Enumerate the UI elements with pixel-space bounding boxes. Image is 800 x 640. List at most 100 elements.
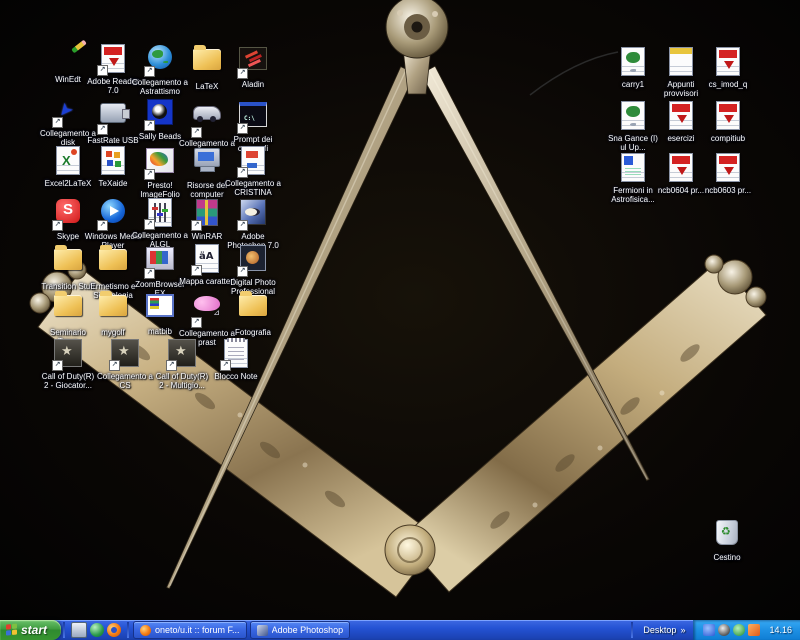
folder-icon: [54, 295, 82, 316]
start-label: start: [21, 623, 47, 637]
taskbar-empty-space: [352, 620, 629, 640]
desktop-icon-label: Blocco Note: [207, 372, 265, 381]
shortcut-arrow-icon: ↗: [191, 317, 202, 328]
matlab-icon: [146, 294, 174, 317]
desktop-icon-label: Collegamento a CRISTINA: [224, 179, 282, 197]
pdf-icon: [716, 153, 740, 182]
quick-launch: [67, 620, 125, 640]
volume-icon[interactable]: [718, 624, 730, 636]
shortcut-arrow-icon: ↗: [191, 265, 202, 276]
shortcut-arrow-icon: ↗: [237, 167, 248, 178]
shortcut-arrow-icon: ↗: [166, 360, 177, 371]
desktop-icon[interactable]: ncb0603 pr...: [699, 151, 757, 195]
shortcut-arrow-icon: ↗: [237, 266, 248, 277]
task-button[interactable]: Adobe Photoshop: [250, 621, 351, 639]
desktop-icon[interactable]: compitiub: [699, 99, 757, 143]
shortcut-arrow-icon: ↗: [52, 117, 63, 128]
excel-icon: [56, 146, 80, 175]
folder-icon: [193, 49, 221, 70]
desktop-icon[interactable]: ↗Blocco Note: [207, 337, 265, 381]
shortcut-arrow-icon: ↗: [144, 66, 155, 77]
shortcut-arrow-icon: ↗: [97, 124, 108, 135]
photoshop-icon: [257, 625, 268, 636]
tex-icon: [621, 101, 645, 130]
firefox-icon[interactable]: [107, 623, 121, 637]
shortcut-arrow-icon: ↗: [97, 220, 108, 231]
desktop-icon[interactable]: cs_imod_q: [699, 45, 757, 89]
messenger-icon[interactable]: [90, 623, 104, 637]
desktop-icon[interactable]: Fotografia: [224, 288, 282, 337]
appunti-icon: [669, 47, 693, 76]
folder-icon: [54, 249, 82, 270]
shortcut-arrow-icon: ↗: [144, 219, 155, 230]
chevron-icon[interactable]: »: [680, 625, 685, 635]
shortcut-arrow-icon: ↗: [144, 268, 155, 279]
pdf-icon: [669, 153, 693, 182]
antivirus-icon[interactable]: [733, 624, 745, 636]
firefox-icon: [140, 625, 151, 636]
pdf-icon: [716, 47, 740, 76]
usb-icon: [100, 103, 126, 123]
desktop-icon[interactable]: ↗Call of Duty(R) 2 - Multigio...: [153, 337, 211, 390]
desktop-icon-label: Collegamento a CS: [96, 372, 154, 390]
shortcut-arrow-icon: ↗: [191, 220, 202, 231]
desktop-icon-label: compitiub: [699, 134, 757, 143]
taskbar-separator: [63, 622, 65, 638]
cestino-icon: [716, 520, 738, 545]
shortcut-arrow-icon: ↗: [220, 360, 231, 371]
task-buttons: oneto/u.it :: forum F... Adobe Photoshop: [131, 620, 352, 640]
folder-icon: [99, 295, 127, 316]
task-button-label: oneto/u.it :: forum F...: [155, 625, 240, 635]
desktop-icon[interactable]: ↗Aladin: [224, 42, 282, 89]
desktop-toolbar-label: Desktop: [643, 625, 676, 635]
taskbar-separator: [127, 622, 129, 638]
zoomb-icon: [146, 247, 174, 270]
desktop[interactable]: WinEdt↗Adobe Reader 7.0↗Collegamento a A…: [0, 0, 800, 620]
desktop-icon-label: cs_imod_q: [699, 80, 757, 89]
tray-icons: [703, 624, 763, 636]
pink-icon: [194, 296, 220, 311]
desktop-icon[interactable]: ↗Collegamento a CRISTINA: [224, 144, 282, 197]
taskbar-clock[interactable]: 14.16: [769, 625, 792, 635]
show-desktop-icon[interactable]: [71, 622, 87, 638]
task-button-label: Adobe Photoshop: [272, 625, 344, 635]
shortcut-arrow-icon: ↗: [109, 360, 120, 371]
shortcut-arrow-icon: ↗: [191, 127, 202, 138]
texaide-icon: [101, 146, 125, 175]
desktop-toolbar[interactable]: Desktop »: [635, 620, 693, 640]
desktop-icon-label: Aladin: [224, 80, 282, 89]
shortcut-arrow-icon: ↗: [237, 68, 248, 79]
taskbar: start oneto/u.it :: forum F... Adobe Phot…: [0, 620, 800, 640]
folder-icon: [99, 249, 127, 270]
shortcut-arrow-icon: ↗: [237, 220, 248, 231]
start-button[interactable]: start: [0, 620, 61, 640]
windows-flag-icon: [6, 623, 18, 636]
doc-icon: [621, 153, 645, 182]
taskbar-separator: [631, 622, 633, 638]
computer-icon: [194, 148, 220, 167]
shortcut-arrow-icon: ↗: [237, 123, 248, 134]
pdf-icon: [669, 101, 693, 130]
tex-icon: [621, 47, 645, 76]
pdf-icon: [716, 101, 740, 130]
msn-messenger-icon[interactable]: [703, 624, 715, 636]
shortcut-arrow-icon: ↗: [52, 360, 63, 371]
messenger-alert-icon[interactable]: [748, 624, 760, 636]
system-tray: 14.16: [693, 620, 800, 640]
desktop-icon-label: Cestino: [698, 553, 756, 562]
desktop-icon-label: ncb0603 pr...: [699, 186, 757, 195]
desktop-icon[interactable]: ↗Collegamento a CS: [96, 337, 154, 390]
desktop-icon[interactable]: Cestino: [698, 516, 756, 562]
task-button[interactable]: oneto/u.it :: forum F...: [133, 621, 247, 639]
desktop-icon-label: Fotografia: [224, 328, 282, 337]
aladin-icon: [239, 47, 267, 70]
shortcut-arrow-icon: ↗: [144, 120, 155, 131]
shortcut-arrow-icon: ↗: [52, 220, 63, 231]
desktop-icon[interactable]: ↗Call of Duty(R) 2 - Giocator...: [39, 337, 97, 390]
shortcut-arrow-icon: ↗: [97, 65, 108, 76]
folder-icon: [239, 295, 267, 316]
shortcut-arrow-icon: ↗: [144, 169, 155, 180]
desktop-icon-label: Call of Duty(R) 2 - Giocator...: [39, 372, 97, 390]
desktop-icon-label: Call of Duty(R) 2 - Multigio...: [153, 372, 211, 390]
car-icon: [193, 106, 221, 120]
